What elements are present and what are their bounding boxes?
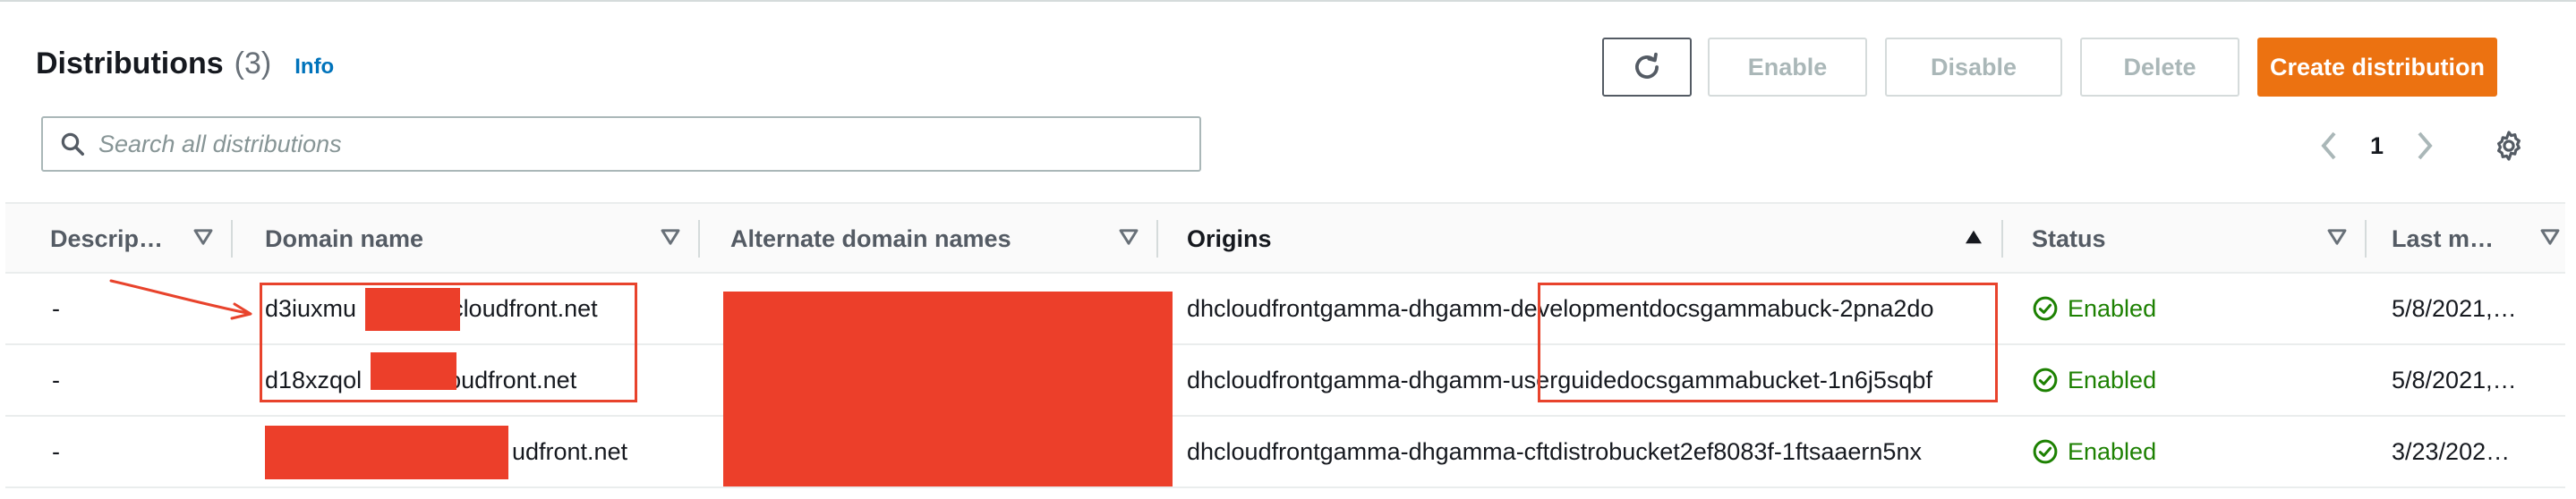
annotation-highlight-domains	[260, 283, 637, 402]
last-modified-cell: 3/23/202…	[2392, 437, 2511, 465]
column-header-status[interactable]: Status	[2032, 204, 2365, 274]
sort-up-icon[interactable]	[1964, 229, 1983, 245]
sort-down-icon[interactable]	[1119, 229, 1139, 245]
current-page[interactable]: 1	[2370, 132, 2384, 160]
chevron-right-icon[interactable]	[2414, 130, 2435, 162]
distribution-count: (3)	[234, 47, 272, 80]
redaction-block	[723, 292, 1173, 486]
settings-gear-icon	[2497, 131, 2521, 161]
description-cell: -	[52, 437, 60, 465]
last-modified-cell: 5/8/2021,…	[2392, 294, 2517, 322]
redaction-block	[265, 426, 508, 479]
status-cell: Enabled	[2032, 417, 2156, 486]
search-input[interactable]	[98, 122, 1173, 166]
description-cell: -	[52, 366, 60, 393]
page-title: Distributions	[36, 47, 224, 80]
column-divider[interactable]	[698, 220, 700, 258]
sort-down-icon[interactable]	[193, 229, 213, 245]
sort-down-icon[interactable]	[2327, 229, 2347, 245]
sort-down-icon[interactable]	[661, 229, 680, 245]
delete-button[interactable]: Delete	[2080, 38, 2239, 97]
pagination: 1	[2318, 123, 2435, 168]
origin-cell: dhcloudfrontgamma-dhgamma-cftdistrobucke…	[1187, 437, 1922, 465]
disable-button[interactable]: Disable	[1885, 38, 2062, 97]
status-check-icon	[2033, 439, 2058, 464]
status-check-icon	[2033, 368, 2058, 393]
create-distribution-button[interactable]: Create distribution	[2257, 38, 2497, 97]
status-cell: Enabled	[2032, 274, 2156, 343]
status-check-icon	[2033, 296, 2058, 321]
info-link[interactable]: Info	[294, 55, 334, 80]
last-modified-cell: 5/8/2021,…	[2392, 366, 2517, 393]
action-bar: Enable Disable Delete Create distributio…	[1602, 38, 2497, 97]
search-icon	[61, 132, 84, 156]
annotation-highlight-origins	[1538, 283, 1998, 402]
annotation-arrow-icon	[109, 279, 252, 320]
column-header-last-modified[interactable]: Last m…	[2392, 204, 2565, 274]
column-divider[interactable]	[231, 220, 233, 258]
column-divider[interactable]	[2365, 220, 2367, 258]
description-cell: -	[52, 294, 60, 322]
column-header-domain-name[interactable]: Domain name	[265, 204, 698, 274]
sort-down-icon[interactable]	[2540, 229, 2560, 245]
panel-header: Distributions (3) Info	[36, 47, 334, 89]
preferences-button[interactable]	[2492, 129, 2526, 167]
enable-button[interactable]: Enable	[1708, 38, 1867, 97]
table-header: Descrip… Domain name Alternate domain na…	[5, 202, 2565, 274]
status-cell: Enabled	[2032, 345, 2156, 415]
search-box	[41, 116, 1201, 172]
column-header-origins[interactable]: Origins	[1187, 204, 2001, 274]
refresh-button[interactable]	[1602, 38, 1692, 97]
column-header-alternate-domain-names[interactable]: Alternate domain names	[730, 204, 1156, 274]
chevron-left-icon[interactable]	[2318, 130, 2340, 162]
column-divider[interactable]	[2001, 220, 2003, 258]
column-divider[interactable]	[1156, 220, 1158, 258]
column-header-description[interactable]: Descrip…	[50, 204, 231, 274]
refresh-icon	[1635, 52, 1659, 79]
